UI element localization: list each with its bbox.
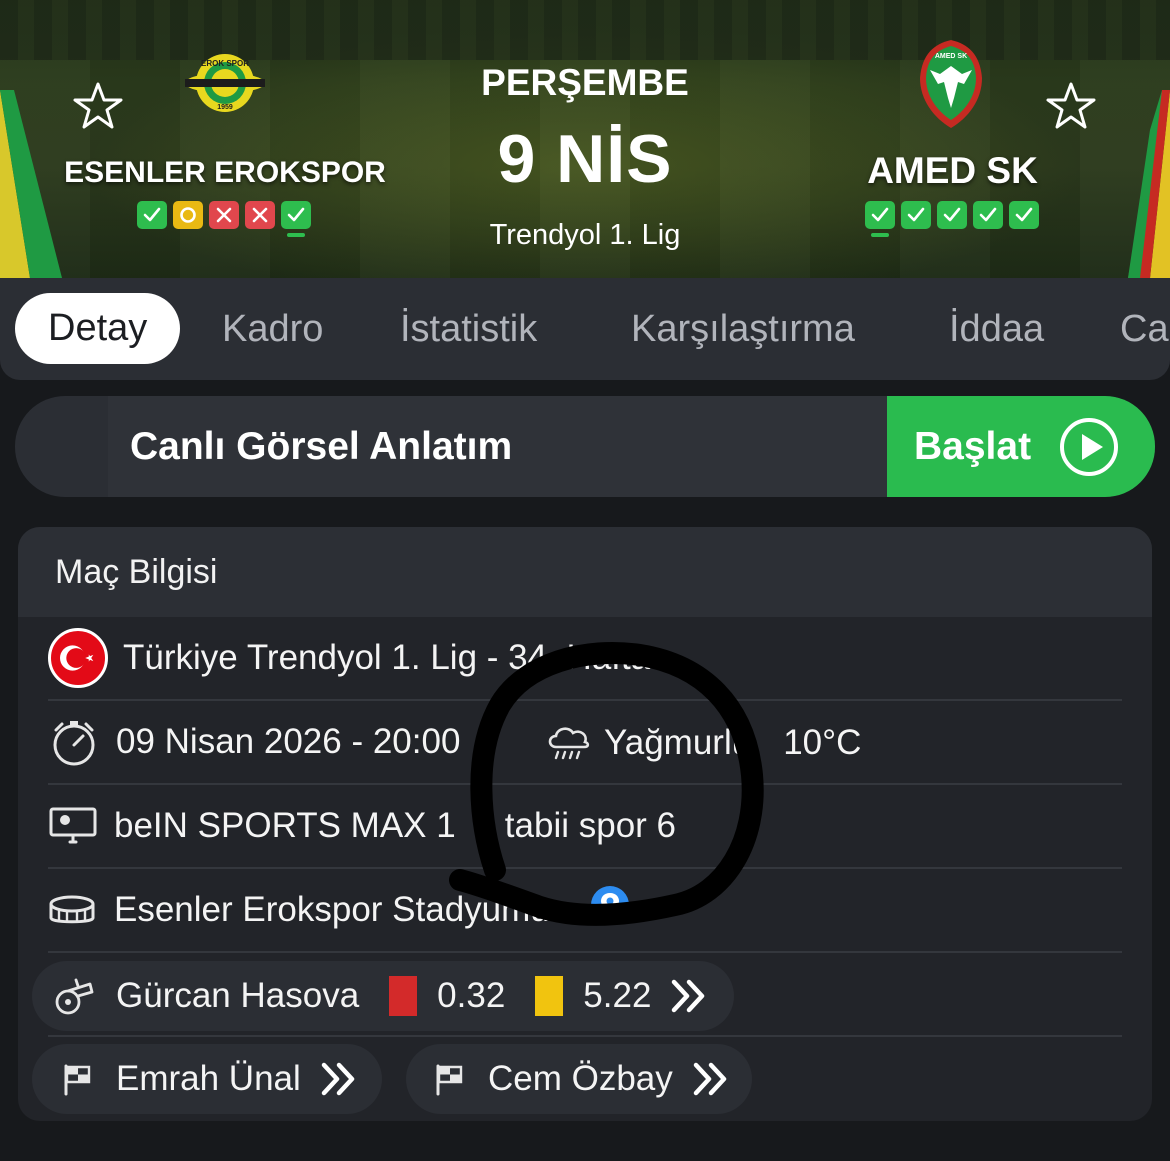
location-pin-icon[interactable] (590, 881, 630, 929)
start-button-label: Başlat (914, 424, 1032, 468)
check-icon (943, 207, 961, 222)
check-icon (1015, 207, 1033, 222)
check-icon (143, 207, 161, 222)
tab-karsilastirma[interactable]: Karşılaştırma (631, 278, 855, 380)
double-chevron-icon (693, 1062, 727, 1096)
form-win-badge (137, 201, 167, 229)
clock-icon (53, 721, 95, 766)
form-loss-badge (245, 201, 275, 229)
referee-chip[interactable]: Gürcan Hasova 0.32 5.22 (32, 961, 734, 1031)
double-chevron-icon (321, 1062, 355, 1096)
form-draw-badge (173, 201, 203, 229)
referee-red-card-average: 0.32 (437, 976, 506, 1015)
tab-iddaa[interactable]: İddaa (949, 278, 1044, 380)
form-win-badge (937, 201, 967, 229)
check-icon (287, 207, 305, 222)
favorite-away-star-icon[interactable] (1045, 80, 1097, 132)
stadium-icon (49, 895, 95, 924)
whistle-icon (55, 978, 94, 1015)
weather-condition: Yağmurlu (604, 723, 752, 762)
check-icon (907, 207, 925, 222)
cross-icon (252, 207, 268, 223)
referee-yellow-card-average: 5.22 (583, 976, 652, 1015)
home-team-crest: EROK SPOR 1959 (185, 54, 265, 112)
match-info-title: Maç Bilgisi (55, 552, 218, 591)
double-chevron-icon (672, 979, 705, 1013)
favorite-home-star-icon[interactable] (72, 80, 124, 132)
linesman-flag-icon (64, 1064, 91, 1096)
away-team-name[interactable]: AMED SK (820, 150, 1085, 192)
away-form-strip (865, 201, 1039, 237)
svg-text:AMED SK: AMED SK (935, 53, 967, 60)
live-visual-commentary-bar: Canlı Görsel Anlatım Başlat (15, 396, 1155, 497)
form-win-badge (901, 201, 931, 229)
tab-bar: Detay Kadro İstatistik Karşılaştırma İdd… (0, 278, 1170, 380)
latest-match-marker (871, 233, 889, 237)
competition-label: Türkiye Trendyol 1. Lig - 34. Hafta (123, 638, 651, 677)
form-win-badge (1009, 201, 1039, 229)
assistant-referee-name: Emrah Ünal (116, 1059, 301, 1098)
tab-partially-visible[interactable]: Ca (1120, 278, 1169, 380)
competition-row[interactable]: Türkiye Trendyol 1. Lig - 34. Hafta (48, 617, 1122, 701)
match-header: EROK SPOR 1959 AMED SK ESENLER EROKSPOR … (0, 0, 1170, 278)
check-icon (871, 207, 889, 222)
match-info-card: Maç Bilgisi Türkiye Trendyol 1. Lig - 34… (18, 527, 1152, 1121)
tab-detay[interactable]: Detay (15, 293, 181, 364)
temperature: 10°C (783, 723, 862, 762)
stadium-row[interactable]: Esenler Erokspor Stadyumu (48, 869, 1122, 953)
form-win-badge (281, 201, 311, 237)
tab-istatistik[interactable]: İstatistik (400, 278, 537, 380)
match-date: 9 NİS (497, 121, 673, 197)
tab-kadro[interactable]: Kadro (222, 278, 323, 380)
form-loss-badge (209, 201, 239, 229)
league-name[interactable]: Trendyol 1. Lig (440, 219, 730, 252)
svg-text:1959: 1959 (217, 104, 233, 111)
datetime-weather-row: 09 Nisan 2026 - 20:00 Yağmurlu 10°C (48, 701, 1122, 785)
assistant-referee-chip[interactable]: Emrah Ünal (32, 1044, 382, 1114)
turkey-flag-icon (48, 628, 108, 688)
broadcaster-primary: beIN SPORTS MAX 1 (114, 806, 456, 845)
stadium-stands-bg (0, 0, 1170, 60)
red-card-icon (389, 976, 418, 1016)
assistant-referee-name: Cem Özbay (488, 1059, 673, 1098)
rain-icon (548, 727, 590, 760)
start-button[interactable]: Başlat (887, 396, 1155, 497)
home-team-name[interactable]: ESENLER EROKSPOR (60, 156, 390, 190)
tv-icon (49, 807, 97, 844)
linesman-flag-icon (436, 1064, 463, 1096)
weather-info: Yağmurlu 10°C (544, 701, 861, 785)
form-win-badge (865, 201, 895, 237)
stadium-name: Esenler Erokspor Stadyumu (114, 890, 550, 929)
svg-text:EROK SPOR: EROK SPOR (201, 59, 249, 68)
live-visual-commentary-label: Canlı Görsel Anlatım (130, 424, 513, 468)
cross-icon (216, 207, 232, 223)
form-win-badge (973, 201, 1003, 229)
assistant-referee-chip[interactable]: Cem Özbay (406, 1044, 752, 1114)
circle-icon (180, 207, 196, 223)
match-day: PERŞEMBE (481, 62, 689, 103)
away-team-crest: AMED SK (920, 40, 982, 128)
right-flag-decoration (1128, 90, 1170, 278)
broadcaster-secondary: tabii spor 6 (504, 806, 677, 845)
broadcaster-separator: | (475, 806, 485, 845)
broadcast-row: beIN SPORTS MAX 1 | tabii spor 6 (48, 785, 1122, 869)
latest-match-marker (287, 233, 305, 237)
check-icon (979, 207, 997, 222)
home-form-strip (137, 201, 311, 237)
yellow-card-icon (535, 976, 564, 1016)
match-datetime: 09 Nisan 2026 - 20:00 (116, 722, 461, 761)
play-icon (1060, 417, 1119, 476)
referee-name: Gürcan Hasova (116, 976, 360, 1015)
